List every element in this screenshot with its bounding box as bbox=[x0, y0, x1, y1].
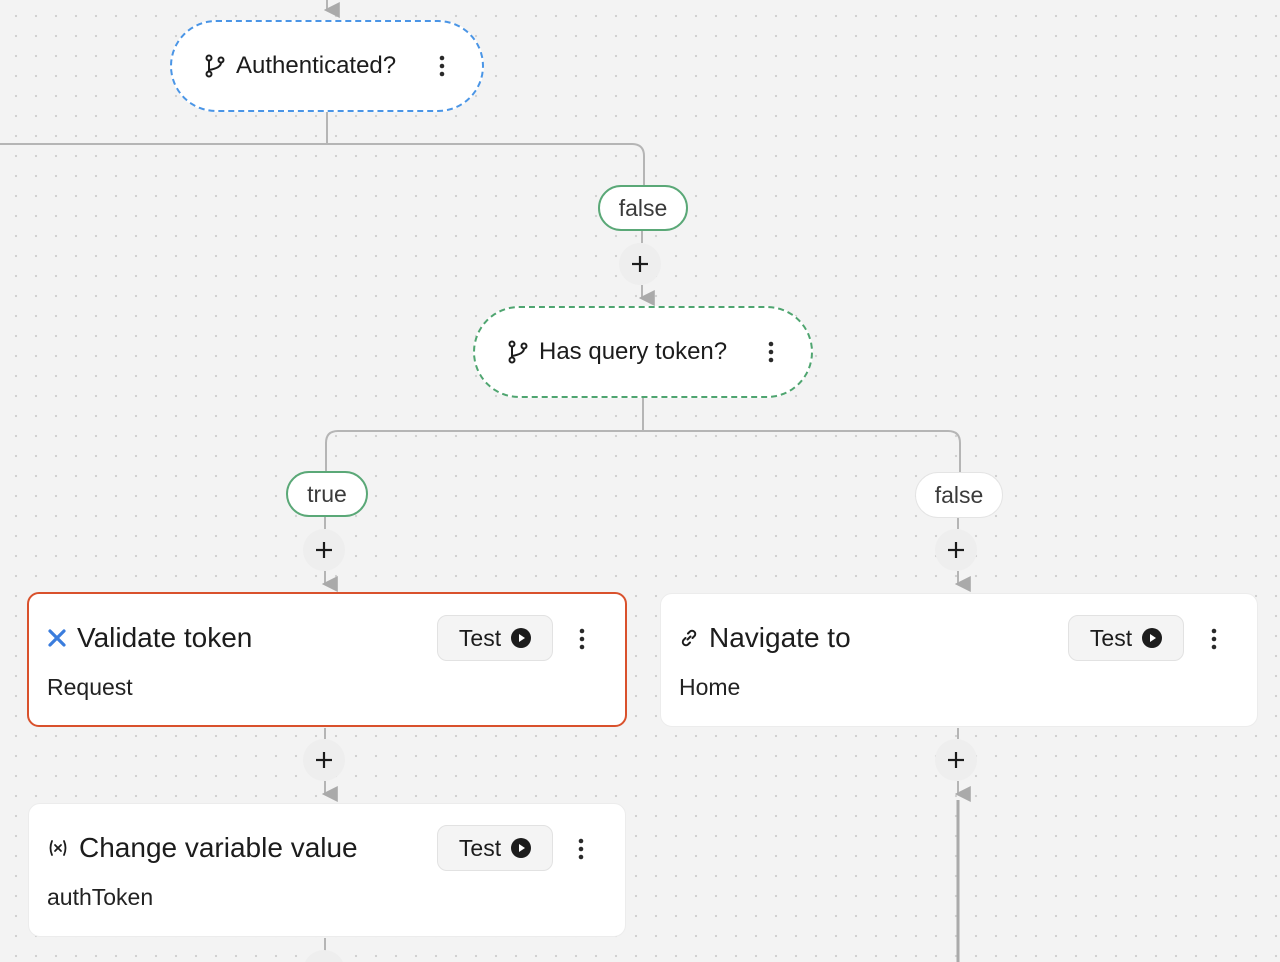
branch-false-authenticated[interactable]: false bbox=[598, 185, 688, 231]
more-vertical-icon[interactable] bbox=[432, 51, 452, 81]
add-step-button[interactable] bbox=[935, 739, 977, 781]
more-vertical-icon[interactable] bbox=[761, 337, 781, 367]
play-icon bbox=[511, 628, 532, 648]
link-icon bbox=[679, 628, 699, 648]
add-step-button[interactable] bbox=[935, 529, 977, 571]
add-step-button[interactable] bbox=[619, 243, 661, 285]
card-title-row: Navigate to bbox=[679, 622, 851, 654]
more-vertical-icon[interactable] bbox=[572, 624, 592, 654]
test-label: Test bbox=[458, 624, 502, 651]
card-title: Validate token bbox=[77, 622, 253, 653]
action-card-change-variable[interactable]: Change variable value authToken Test bbox=[28, 803, 626, 937]
plus-icon bbox=[946, 750, 966, 770]
test-label: Test bbox=[458, 834, 502, 861]
condition-node-authenticated[interactable]: Authenticated? bbox=[170, 20, 484, 112]
add-step-button[interactable] bbox=[303, 739, 345, 781]
test-label: Test bbox=[1089, 624, 1133, 651]
test-button[interactable]: Test bbox=[437, 615, 553, 661]
card-title: Change variable value bbox=[79, 832, 358, 863]
more-vertical-icon[interactable] bbox=[571, 834, 591, 864]
more-vertical-icon[interactable] bbox=[1204, 624, 1224, 654]
variable-icon bbox=[47, 838, 69, 858]
edge-authenticated-split bbox=[0, 112, 645, 186]
action-card-validate-token[interactable]: Validate token Request Test bbox=[27, 592, 627, 727]
condition-label: Has query token? bbox=[539, 338, 728, 365]
condition-node-has-query-token[interactable]: Has query token? bbox=[473, 306, 813, 398]
plus-icon bbox=[314, 750, 334, 770]
test-button[interactable]: Test bbox=[437, 825, 553, 871]
card-subtitle: Home bbox=[679, 674, 741, 700]
branch-icon bbox=[507, 340, 529, 364]
card-title-row: Change variable value bbox=[47, 832, 358, 864]
test-button[interactable]: Test bbox=[1068, 615, 1184, 661]
plus-icon bbox=[946, 540, 966, 560]
request-icon bbox=[47, 628, 67, 648]
card-subtitle: authToken bbox=[47, 884, 154, 910]
branch-icon bbox=[204, 54, 226, 78]
branch-false-query[interactable]: false bbox=[915, 472, 1003, 518]
edge-query-split bbox=[325, 398, 961, 472]
add-step-button[interactable] bbox=[303, 529, 345, 571]
play-icon bbox=[511, 838, 532, 858]
action-card-navigate-to[interactable]: Navigate to Home Test bbox=[660, 593, 1258, 727]
card-subtitle: Request bbox=[47, 674, 133, 700]
plus-icon bbox=[630, 254, 650, 274]
workflow-canvas[interactable]: Authenticated? false Has query token? tr… bbox=[0, 0, 1280, 962]
plus-icon bbox=[314, 540, 334, 560]
branch-true-query[interactable]: true bbox=[286, 471, 368, 517]
card-title-row: Validate token bbox=[47, 622, 252, 654]
card-title: Navigate to bbox=[709, 622, 851, 653]
condition-label: Authenticated? bbox=[236, 52, 397, 79]
play-icon bbox=[1142, 628, 1163, 648]
